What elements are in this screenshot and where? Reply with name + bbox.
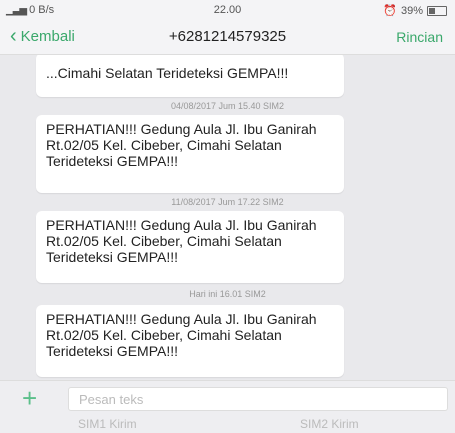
composer: + Pesan teks SIM1 Kirim SIM2 Kirim (0, 380, 455, 433)
battery-percent: 39% (400, 4, 423, 17)
message-text: PERHATIAN!!! Gedung Aula Jl. Ibu Ganirah… (46, 217, 317, 265)
message-bubble[interactable]: PERHATIAN!!! Gedung Aula Jl. Ibu Ganirah… (36, 211, 344, 283)
attach-plus-icon[interactable]: + (22, 383, 37, 414)
message-bubble[interactable]: PERHATIAN!!! Gedung Aula Jl. Ibu Ganirah… (36, 305, 344, 377)
message-text: ...Cimahi Selatan Terideteksi GEMPA!!! (46, 65, 289, 81)
details-button[interactable]: Rincian (396, 29, 443, 45)
message-bubble[interactable]: ...Cimahi Selatan Terideteksi GEMPA!!! (36, 55, 344, 97)
message-timestamp: 11/08/2017 Jum 17.22 SIM2 (171, 197, 284, 207)
sim1-send-button[interactable]: SIM1 Kirim (78, 417, 137, 431)
message-timestamp: 04/08/2017 Jum 15.40 SIM2 (170, 101, 285, 111)
status-right: ⏰ 39% (383, 4, 447, 17)
battery-icon (427, 5, 447, 16)
message-text: PERHATIAN!!! Gedung Aula Jl. Ibu Ganirah… (46, 121, 317, 169)
contact-number: +6281214579325 (168, 28, 287, 45)
message-bubble[interactable]: PERHATIAN!!! Gedung Aula Jl. Ibu Ganirah… (36, 115, 344, 193)
conversation-header: ‹ Kembali +6281214579325 Rincian (0, 20, 455, 55)
alarm-icon: ⏰ (383, 5, 397, 17)
message-input[interactable]: Pesan teks (68, 387, 448, 411)
sim2-send-button[interactable]: SIM2 Kirim (300, 417, 359, 431)
message-timestamp: Hari ini 16.01 SIM2 (189, 289, 266, 299)
message-text: PERHATIAN!!! Gedung Aula Jl. Ibu Ganirah… (46, 311, 317, 359)
message-thread[interactable]: ...Cimahi Selatan Terideteksi GEMPA!!! 0… (0, 55, 455, 380)
status-bar: ▁▃▅ 0 B/s 22.00 ⏰ 39% (0, 0, 455, 20)
